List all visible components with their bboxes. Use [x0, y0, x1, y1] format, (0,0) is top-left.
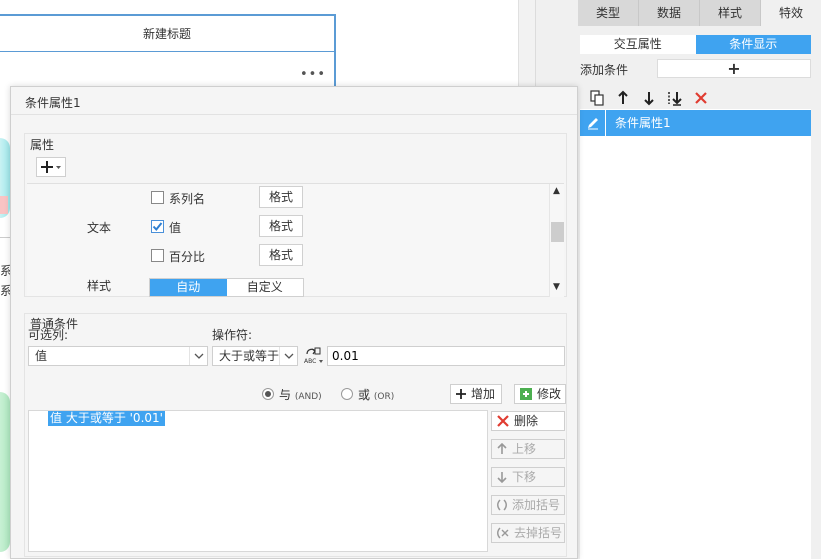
pencil-icon[interactable] — [580, 110, 606, 136]
tab-data[interactable]: 数据 — [639, 0, 700, 26]
remove-bracket-icon — [497, 527, 509, 539]
and-label-sub: (AND) — [294, 392, 322, 402]
sort-icon[interactable] — [664, 87, 686, 109]
style-toggle: 自动 自定义 — [149, 278, 304, 297]
condition-items-list[interactable]: 值 大于或等于 '0.01' — [28, 410, 488, 552]
tab-style[interactable]: 样式 — [700, 0, 761, 26]
column-select[interactable]: 值 — [28, 346, 208, 366]
or-label-text: 或 — [358, 388, 371, 402]
value-checkbox[interactable] — [151, 220, 164, 233]
chevron-down-icon[interactable] — [279, 347, 297, 365]
condition-toolbar — [580, 86, 811, 110]
condition-item[interactable]: 值 大于或等于 '0.01' — [48, 411, 165, 426]
column-label: 可选列: — [28, 328, 69, 342]
value-label: 值 — [169, 221, 182, 235]
effects-subtabs: 交互属性 条件显示 — [580, 35, 811, 54]
attributes-title: 属性 — [30, 138, 55, 152]
add-condition-item-button[interactable]: 增加 — [450, 384, 502, 404]
pie-slice-green — [0, 392, 10, 552]
and-radio-label: 与 (AND) — [279, 386, 322, 403]
style-auto-option[interactable]: 自动 — [150, 279, 227, 296]
or-radio[interactable] — [341, 388, 353, 400]
condition-list-item-label: 条件属性1 — [615, 116, 671, 130]
modify-condition-button[interactable]: 修改 — [514, 384, 566, 404]
chart-widget[interactable]: 新建标题 — [0, 14, 336, 94]
text-label: 文本 — [87, 221, 112, 235]
percent-format-button[interactable]: 格式 — [259, 244, 303, 266]
scroll-down-icon[interactable]: ▼ — [553, 282, 560, 292]
subtab-interaction[interactable]: 交互属性 — [580, 35, 696, 54]
delete-condition-button[interactable]: 删除 — [491, 411, 565, 431]
attributes-scrollbar[interactable]: ▲ ▼ — [549, 184, 564, 297]
value-type-text: ABC — [304, 358, 316, 365]
add-button-label: 增加 — [471, 387, 496, 401]
arrow-down-icon — [497, 472, 507, 483]
modify-button-label: 修改 — [537, 387, 562, 401]
subtab-condition-display[interactable]: 条件显示 — [695, 35, 811, 54]
pie-slice-pink — [0, 196, 8, 214]
delete-icon[interactable] — [690, 87, 712, 109]
or-radio-label: 或 (OR) — [358, 386, 394, 403]
series-name-format-button[interactable]: 格式 — [259, 186, 303, 208]
or-label-sub: (OR) — [373, 392, 395, 402]
arrow-up-icon — [497, 443, 507, 454]
scroll-up-icon[interactable]: ▲ — [553, 186, 560, 196]
operator-select-value: 大于或等于 — [219, 349, 280, 363]
attributes-section: 属性 文本 系列名 格式 值 格式 百分比 格式 样式 自动 自定义 ▲ ▼ — [24, 133, 567, 297]
series-name-checkbox[interactable] — [151, 191, 164, 204]
arrow-up-icon[interactable] — [612, 87, 634, 109]
move-up-button[interactable]: 上移 — [491, 439, 565, 459]
condition-value-input[interactable] — [327, 346, 565, 366]
modify-icon — [520, 388, 532, 400]
scroll-thumb[interactable] — [551, 222, 564, 242]
remove-bracket-label: 去掉括号 — [514, 526, 563, 540]
legend-divider — [0, 237, 10, 238]
normal-condition-section: 普通条件 可选列: 操作符: 值 大于或等于 ABC 与 (AND) — [24, 313, 567, 557]
and-label-text: 与 — [279, 388, 292, 402]
tab-effects[interactable]: 特效 — [761, 0, 821, 26]
more-options-icon[interactable]: ••• — [300, 68, 326, 81]
column-select-value: 值 — [35, 349, 48, 363]
plus-icon — [456, 389, 466, 399]
operator-label: 操作符: — [212, 328, 253, 342]
delete-x-icon — [497, 415, 509, 427]
series-name-label: 系列名 — [169, 192, 206, 206]
operator-select[interactable]: 大于或等于 — [212, 346, 298, 366]
arrow-down-icon[interactable] — [638, 87, 660, 109]
add-attribute-button[interactable] — [36, 157, 66, 177]
percent-label: 百分比 — [169, 250, 206, 264]
up-button-label: 上移 — [512, 442, 537, 456]
remove-bracket-button[interactable]: 去掉括号 — [491, 523, 565, 543]
tab-type[interactable]: 类型 — [578, 0, 639, 26]
style-label: 样式 — [87, 279, 112, 293]
attributes-body: 文本 系列名 格式 值 格式 百分比 格式 样式 自动 自定义 ▲ ▼ — [27, 183, 564, 297]
condition-list-item[interactable]: 条件属性1 — [580, 110, 811, 136]
condition-property-dialog: 条件属性1 属性 文本 系列名 格式 值 格式 百分比 格式 样式 自动 自定义 — [10, 86, 578, 559]
move-down-button[interactable]: 下移 — [491, 467, 565, 487]
add-bracket-label: 添加括号 — [512, 498, 561, 512]
copy-icon[interactable] — [586, 87, 608, 109]
percent-checkbox[interactable] — [151, 249, 164, 262]
add-condition-label: 添加条件 — [580, 63, 629, 77]
style-custom-option[interactable]: 自定义 — [226, 279, 303, 296]
delete-button-label: 删除 — [514, 414, 539, 428]
add-bracket-button[interactable]: 添加括号 — [491, 495, 565, 515]
dialog-title: 条件属性1 — [25, 96, 81, 110]
value-type-icon[interactable]: ABC — [302, 345, 324, 367]
bracket-icon — [497, 499, 507, 511]
condition-list: 条件属性1 — [580, 109, 811, 559]
chart-title[interactable]: 新建标题 — [0, 16, 334, 52]
value-format-button[interactable]: 格式 — [259, 215, 303, 237]
add-condition-button[interactable]: + — [657, 59, 811, 78]
panel-tabs: 类型 数据 样式 特效 — [578, 0, 821, 26]
and-radio[interactable] — [262, 388, 274, 400]
chevron-down-icon[interactable] — [189, 347, 207, 365]
dialog-titlebar[interactable]: 条件属性1 — [11, 87, 577, 115]
down-button-label: 下移 — [512, 470, 537, 484]
